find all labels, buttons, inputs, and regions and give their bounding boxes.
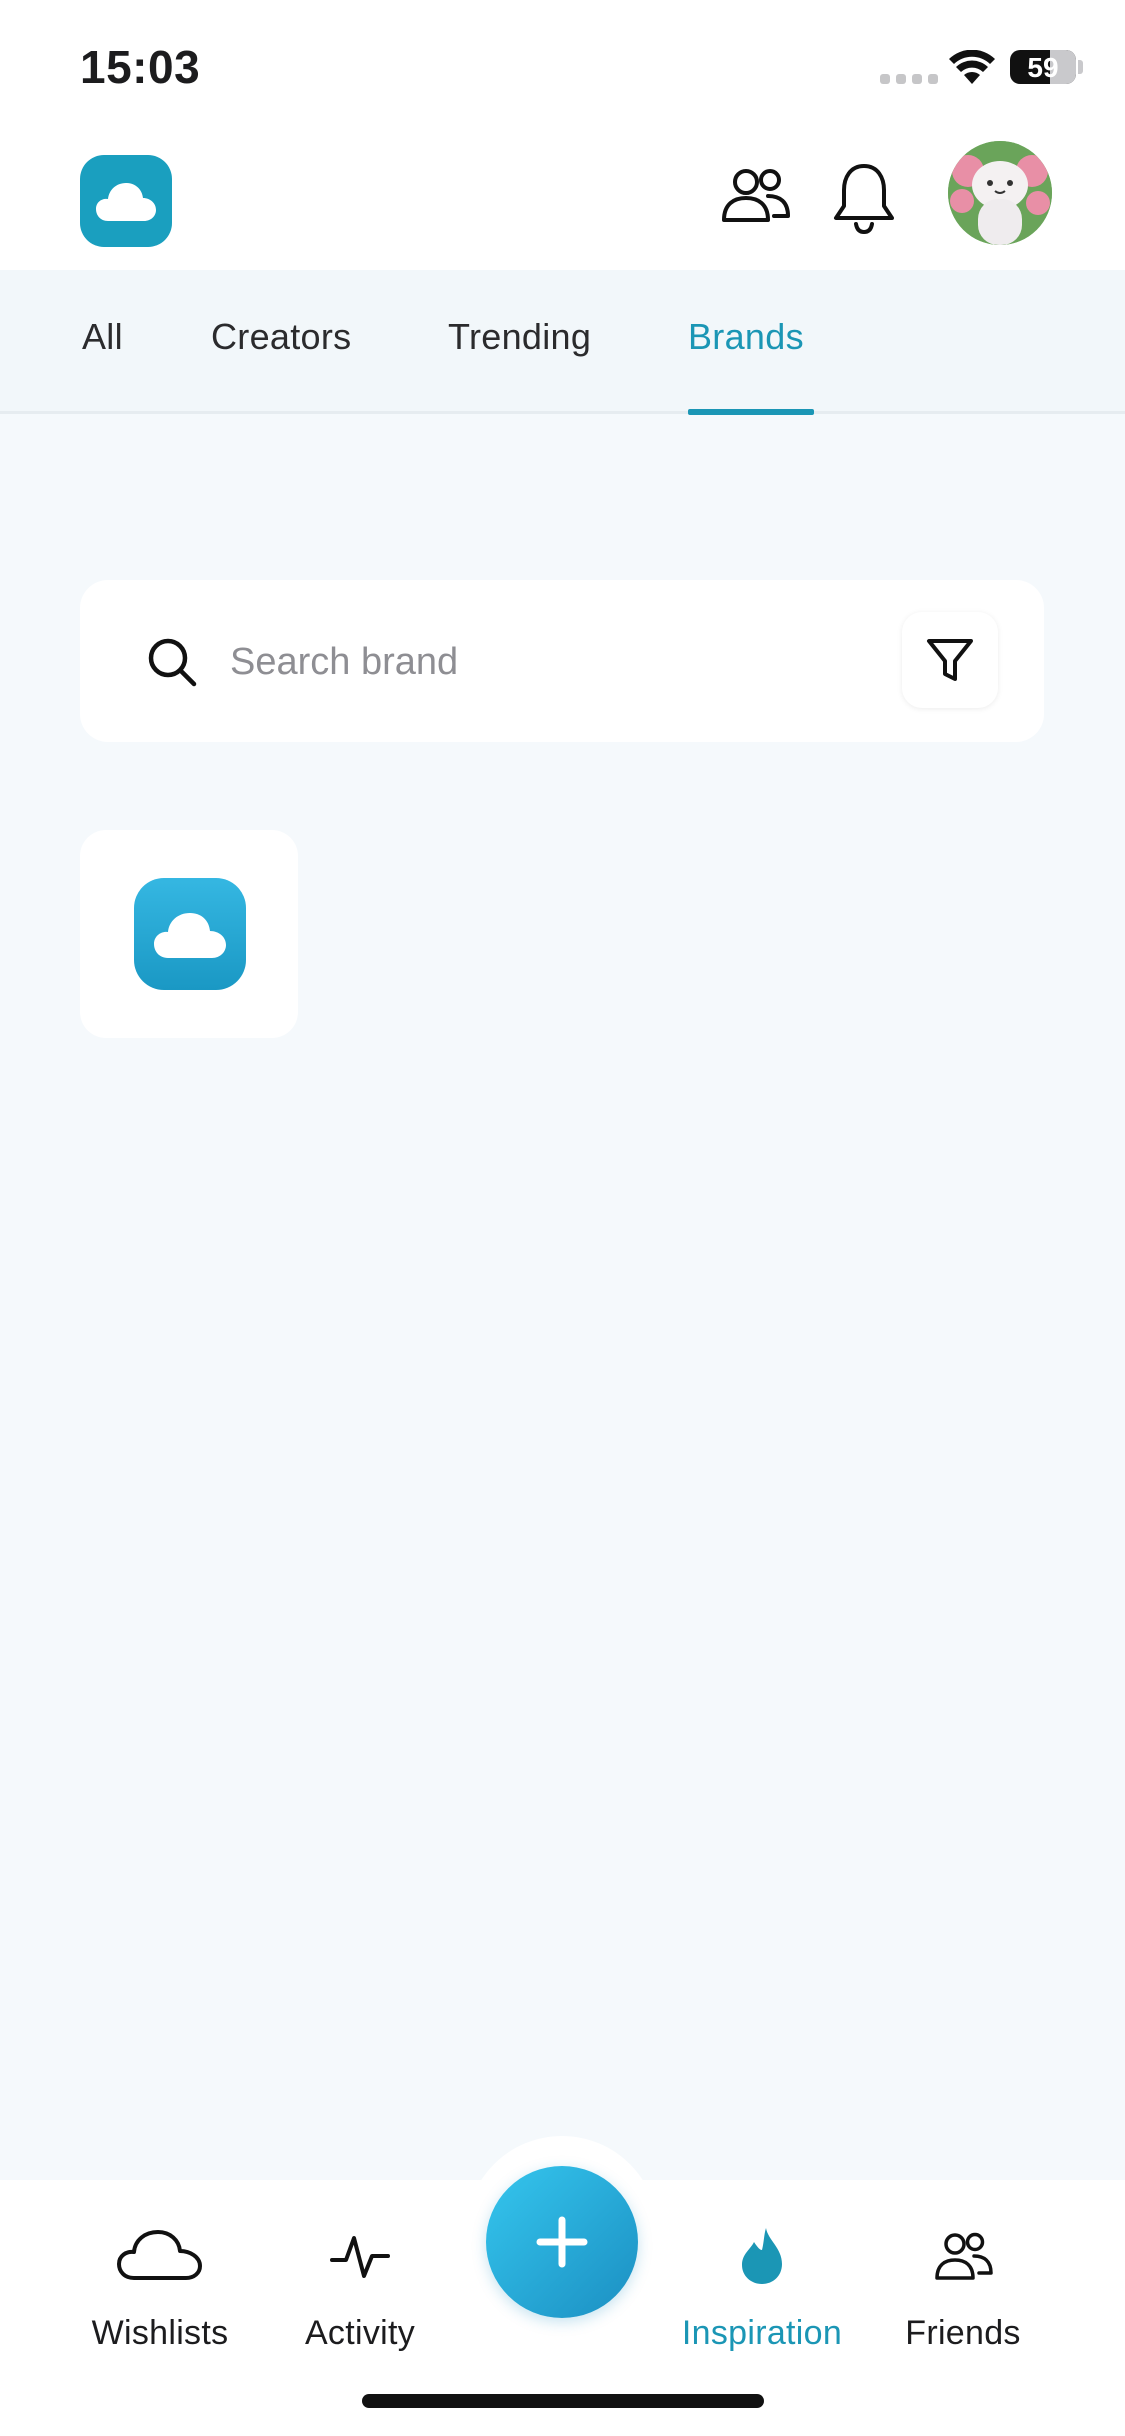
battery-icon: 59 [1010, 50, 1076, 84]
nav-label-wishlists: Wishlists [91, 2314, 229, 2352]
activity-icon [330, 2236, 390, 2278]
cloud-icon [96, 183, 156, 221]
filter-icon [927, 639, 973, 681]
status-time: 15:03 [80, 41, 201, 93]
cloud-outline-icon [117, 2230, 202, 2280]
nav-friends[interactable]: Friends [873, 2220, 1053, 2360]
home-indicator [362, 2394, 764, 2408]
category-tabs: All Creators Trending Brands [0, 270, 1125, 415]
tab-all[interactable]: All [82, 316, 123, 358]
app-logo[interactable] [80, 155, 172, 247]
tab-creators[interactable]: Creators [211, 316, 351, 358]
nav-label-activity: Activity [304, 2314, 416, 2352]
avatar[interactable] [948, 141, 1052, 245]
nav-label-friends: Friends [905, 2314, 1021, 2352]
battery-tip [1078, 60, 1083, 74]
brand-logo [134, 878, 246, 990]
add-button[interactable] [486, 2166, 638, 2318]
tab-brands[interactable]: Brands [688, 316, 804, 358]
brand-card[interactable] [80, 830, 298, 1038]
bell-icon[interactable] [830, 160, 898, 236]
flame-icon [742, 2228, 782, 2284]
search-input[interactable] [230, 632, 930, 692]
search-icon [148, 638, 197, 687]
wifi-icon [949, 50, 995, 84]
filter-button[interactable] [902, 612, 998, 708]
cellular-signal-icon [880, 74, 938, 84]
people-icon[interactable] [720, 160, 792, 232]
battery-level: 59 [1027, 52, 1059, 83]
cloud-icon [154, 913, 226, 958]
nav-wishlists[interactable]: Wishlists [70, 2220, 250, 2360]
nav-label-inspiration: Inspiration [681, 2314, 843, 2352]
status-bar: 15:03 59 [0, 0, 1125, 130]
nav-inspiration[interactable]: Inspiration [672, 2220, 852, 2360]
avatar-image [948, 141, 1052, 245]
friends-icon [935, 2232, 993, 2280]
nav-activity[interactable]: Activity [270, 2220, 450, 2360]
active-tab-indicator [688, 409, 814, 415]
tab-trending[interactable]: Trending [448, 316, 591, 358]
plus-icon [536, 2216, 588, 2268]
screen: 15:03 59 All Creators Trending Brands Se… [0, 0, 1125, 2436]
app-header [0, 130, 1125, 270]
search-bar [80, 580, 1044, 742]
